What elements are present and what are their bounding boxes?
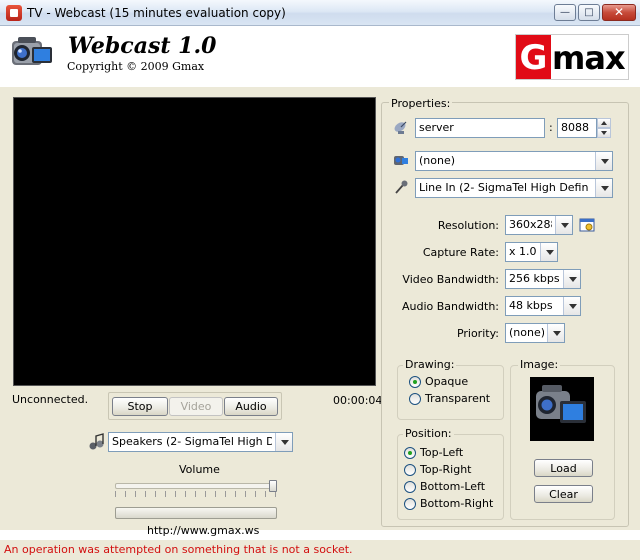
- audio-output-value: Speakers (2- SigmaTel High Defi: [112, 435, 272, 448]
- overlay-image-preview: [530, 377, 594, 441]
- gmax-logo-text: max: [552, 39, 626, 77]
- properties-label: Properties:: [389, 97, 453, 110]
- audio-bandwidth-value: 48 kbps: [509, 299, 553, 312]
- audio-button[interactable]: Audio: [224, 397, 278, 416]
- drawing-label: Drawing:: [403, 358, 457, 371]
- audio-bandwidth-select[interactable]: 48 kbps: [505, 296, 581, 316]
- camcorder-logo-icon: [12, 37, 52, 65]
- radio-label: Top-Left: [420, 446, 464, 459]
- video-button[interactable]: Video: [169, 397, 223, 416]
- radio-label: Transparent: [425, 392, 491, 405]
- speaker-icon: [89, 433, 104, 450]
- radio-icon[interactable]: [404, 498, 416, 510]
- app-name: Webcast 1.0: [68, 33, 217, 59]
- microphone-icon: [395, 180, 408, 194]
- gmax-logo-mark: G: [516, 35, 551, 79]
- port-separator: :: [549, 121, 553, 134]
- satellite-dish-icon: [394, 121, 407, 134]
- stepper-up-icon[interactable]: [597, 118, 611, 128]
- app-icon: [6, 5, 22, 21]
- maximize-icon: □: [584, 7, 594, 18]
- chevron-down-icon: [555, 216, 572, 234]
- website-link[interactable]: http://www.gmax.ws: [147, 524, 259, 537]
- close-icon: ✕: [613, 5, 625, 19]
- maximize-button[interactable]: □: [578, 4, 600, 21]
- gmax-logo: G max: [515, 34, 629, 80]
- position-label: Position:: [403, 427, 454, 440]
- minimize-icon: —: [560, 7, 570, 18]
- status-message: An operation was attempted on something …: [4, 543, 353, 556]
- priority-value: (none): [509, 326, 544, 339]
- resolution-value: 360x288: [509, 218, 552, 231]
- radio-selected-icon[interactable]: [409, 376, 421, 388]
- app-header: Webcast 1.0 Copyright © 2009 Gmax G max: [0, 27, 640, 87]
- radio-selected-icon[interactable]: [404, 447, 416, 459]
- capture-rate-select[interactable]: x 1.0: [505, 242, 558, 262]
- resolution-label: Resolution:: [437, 219, 499, 232]
- audio-device-value: Line In (2- SigmaTel High Defin: [419, 181, 589, 194]
- video-bandwidth-value: 256 kbps: [509, 272, 560, 285]
- radio-label: Bottom-Right: [420, 497, 494, 510]
- level-meter: [115, 507, 277, 519]
- radio-icon[interactable]: [409, 393, 421, 405]
- port-stepper[interactable]: [597, 118, 611, 138]
- video-bandwidth-label: Video Bandwidth:: [402, 273, 499, 286]
- chevron-down-icon: [595, 179, 612, 197]
- video-bandwidth-select[interactable]: 256 kbps: [505, 269, 581, 289]
- video-camera-icon: [394, 156, 408, 165]
- timecode: 00:00:04: [333, 394, 383, 407]
- chevron-down-icon: [547, 324, 564, 342]
- chevron-down-icon: [595, 152, 612, 170]
- window-title: TV - Webcast (15 minutes evaluation copy…: [27, 6, 286, 20]
- priority-label: Priority:: [456, 327, 499, 340]
- radio-label: Top-Right: [420, 463, 472, 476]
- camcorder-icon: [536, 385, 586, 423]
- video-device-select[interactable]: (none): [415, 151, 613, 171]
- settings-dialog-icon[interactable]: [579, 217, 595, 233]
- radio-icon[interactable]: [404, 481, 416, 493]
- audio-output-select[interactable]: Speakers (2- SigmaTel High Defi: [108, 432, 293, 452]
- image-label: Image:: [518, 358, 561, 371]
- status-bar: An operation was attempted on something …: [0, 540, 640, 560]
- chevron-down-icon: [275, 433, 292, 451]
- chevron-down-icon: [563, 270, 580, 288]
- chevron-down-icon: [563, 297, 580, 315]
- radio-label: Bottom-Left: [420, 480, 486, 493]
- priority-select[interactable]: (none): [505, 323, 565, 343]
- radio-label: Opaque: [425, 375, 469, 388]
- volume-label: Volume: [179, 463, 220, 476]
- close-button[interactable]: ✕: [602, 4, 636, 21]
- chevron-down-icon: [540, 243, 557, 261]
- server-input[interactable]: server: [415, 118, 545, 138]
- volume-slider-ticks: [115, 491, 277, 497]
- minimize-button[interactable]: —: [554, 4, 576, 21]
- capture-rate-label: Capture Rate:: [422, 246, 499, 259]
- copyright-text: Copyright © 2009 Gmax: [67, 60, 205, 73]
- capture-rate-value: x 1.0: [509, 245, 537, 258]
- audio-device-select[interactable]: Line In (2- SigmaTel High Defin: [415, 178, 613, 198]
- volume-slider-track[interactable]: [115, 483, 277, 489]
- stop-button[interactable]: Stop: [112, 397, 168, 416]
- port-input[interactable]: 8088: [557, 118, 597, 138]
- video-device-value: (none): [419, 154, 456, 167]
- main-panel: Unconnected. 00:00:04 Stop Video Audio S…: [0, 87, 640, 537]
- load-button[interactable]: Load: [534, 459, 593, 477]
- volume-slider-thumb[interactable]: [269, 480, 277, 492]
- audio-bandwidth-label: Audio Bandwidth:: [401, 300, 499, 313]
- stepper-down-icon[interactable]: [597, 128, 611, 138]
- resolution-select[interactable]: 360x288: [505, 215, 573, 235]
- connection-status: Unconnected.: [12, 393, 89, 406]
- video-preview[interactable]: [13, 97, 376, 386]
- playback-controls: Stop Video Audio: [108, 392, 282, 420]
- radio-icon[interactable]: [404, 464, 416, 476]
- title-bar[interactable]: TV - Webcast (15 minutes evaluation copy…: [0, 0, 640, 26]
- clear-button[interactable]: Clear: [534, 485, 593, 503]
